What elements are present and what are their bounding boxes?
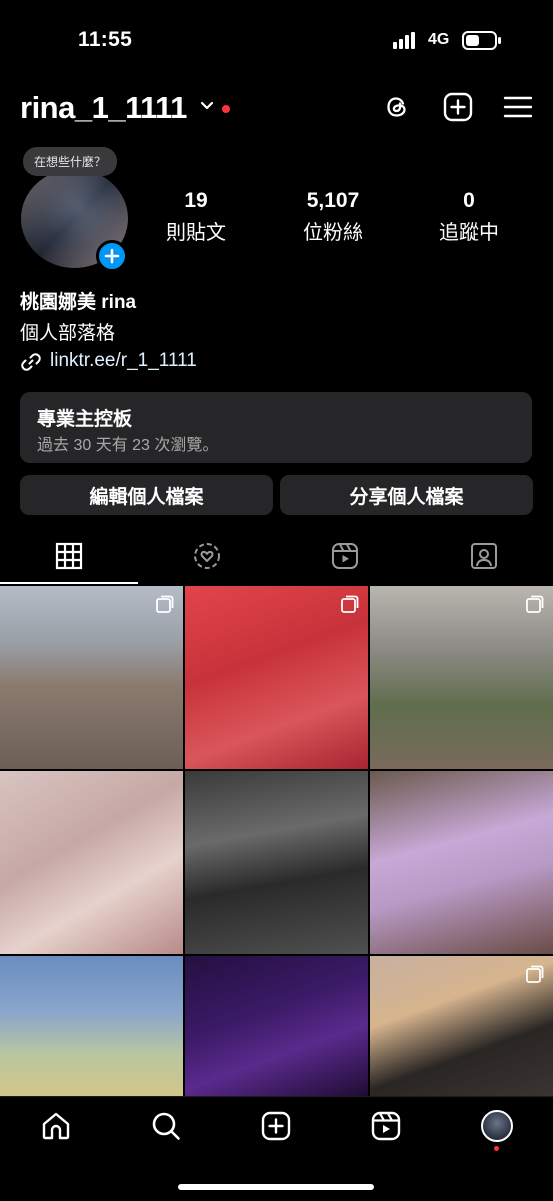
cellular-signal-icon xyxy=(393,32,415,49)
edit-profile-button[interactable]: 編輯個人檔案 xyxy=(20,475,273,515)
home-indicator[interactable] xyxy=(178,1184,374,1190)
stat-followers-label: 位粉絲 xyxy=(303,222,363,244)
profile-category: 個人部落格 xyxy=(20,323,116,344)
battery-icon xyxy=(462,31,501,50)
stat-posts-label: 則貼文 xyxy=(166,222,226,244)
search-icon[interactable] xyxy=(150,1110,182,1142)
account-notification-dot xyxy=(222,105,230,113)
grid-post[interactable] xyxy=(370,586,553,769)
plus-icon xyxy=(104,248,120,264)
grid-post[interactable] xyxy=(370,956,553,1096)
stat-following-count: 0 xyxy=(463,189,475,212)
grid-post[interactable] xyxy=(370,771,553,954)
reels-tab-icon[interactable] xyxy=(331,542,359,570)
dashboard-title: 專業主控板 xyxy=(37,409,133,430)
grid-post[interactable] xyxy=(185,586,368,769)
profile-link[interactable]: linktr.ee/r_1_1111 xyxy=(50,350,197,372)
multiple-posts-icon xyxy=(526,595,544,613)
grid-post[interactable] xyxy=(185,771,368,954)
create-icon[interactable] xyxy=(443,92,473,122)
professional-dashboard[interactable]: 專業主控板 過去 30 天有 23 次瀏覽。 xyxy=(20,392,532,463)
share-profile-button[interactable]: 分享個人檔案 xyxy=(280,475,533,515)
grid-post[interactable] xyxy=(0,771,183,954)
reels-icon[interactable] xyxy=(370,1110,402,1142)
status-time: 11:55 xyxy=(78,28,133,51)
multiple-posts-icon xyxy=(156,595,174,613)
chevron-down-icon[interactable] xyxy=(199,100,215,112)
grid-icon[interactable] xyxy=(55,542,83,570)
dashboard-subtitle: 過去 30 天有 23 次瀏覽。 xyxy=(37,437,219,454)
heart-circle-icon[interactable] xyxy=(193,542,221,570)
profile-notification-dot xyxy=(494,1146,499,1151)
stat-following[interactable]: 0 追蹤中 xyxy=(409,189,529,245)
home-icon[interactable] xyxy=(40,1110,72,1142)
multiple-posts-icon xyxy=(341,595,359,613)
grid-post[interactable] xyxy=(185,956,368,1096)
grid-post[interactable] xyxy=(0,586,183,769)
stat-posts-count: 19 xyxy=(184,189,208,212)
menu-icon[interactable] xyxy=(503,92,533,122)
create-post-icon[interactable] xyxy=(260,1110,292,1142)
tagged-icon[interactable] xyxy=(470,542,498,570)
stat-following-label: 追蹤中 xyxy=(439,222,499,244)
threads-icon[interactable] xyxy=(382,92,412,122)
profile-full-name: 桃園娜美 rina xyxy=(20,292,137,313)
add-story-button[interactable] xyxy=(96,240,128,272)
profile-avatar-tab[interactable] xyxy=(481,1110,513,1142)
stat-posts[interactable]: 19 則貼文 xyxy=(136,189,256,245)
grid-post[interactable] xyxy=(0,956,183,1096)
active-tab-indicator xyxy=(0,582,138,584)
multiple-posts-icon xyxy=(526,965,544,983)
profile-username[interactable]: rina_1_1111 xyxy=(20,90,187,126)
stat-followers-count: 5,107 xyxy=(306,189,360,212)
stat-followers[interactable]: 5,107 位粉絲 xyxy=(273,189,393,245)
note-bubble[interactable]: 在想些什麼？ xyxy=(23,147,118,176)
network-type: 4G xyxy=(428,31,450,48)
link-icon xyxy=(21,353,41,371)
